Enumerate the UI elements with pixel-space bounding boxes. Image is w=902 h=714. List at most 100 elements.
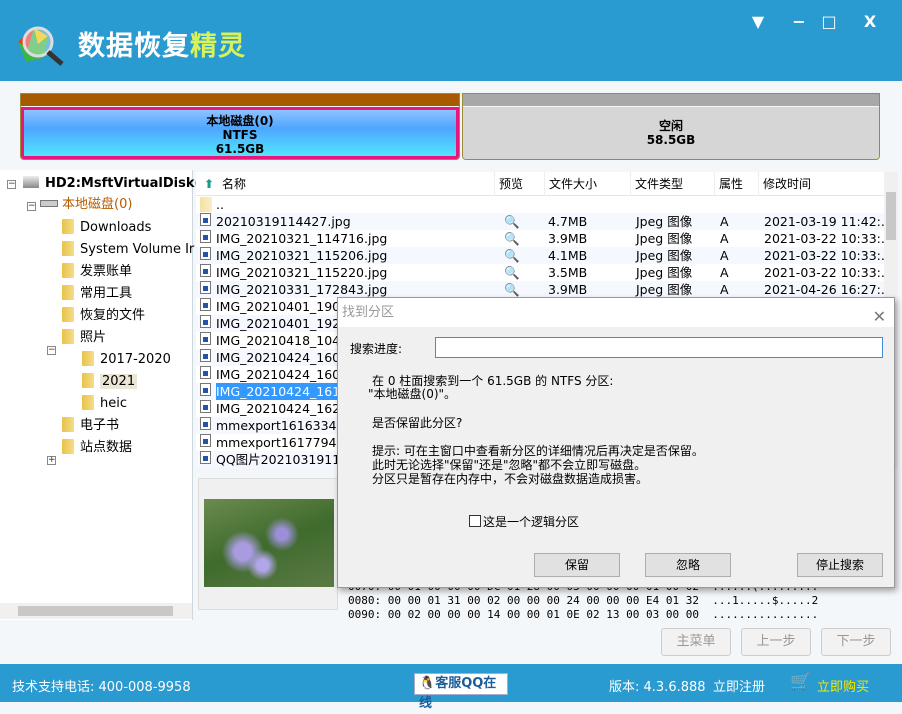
image-file-icon [200, 281, 211, 294]
file-name: mmexport161779438 [216, 435, 353, 450]
parent-folder-icon [200, 197, 212, 212]
tree-folder[interactable]: System Volume Ir [62, 240, 194, 260]
file-name: IMG_20210321_114716.jpg [216, 231, 388, 246]
file-attr: A [720, 265, 729, 280]
expand-icon[interactable]: + [47, 456, 56, 465]
hint-line-3: 分区只是暂存在内存中，不会对磁盘数据造成损害。 [372, 472, 649, 486]
folder-tree: − HD2:MsftVirtualDisk(1 − 本地磁盘(0) Downlo… [0, 170, 209, 620]
close-button[interactable]: X [857, 10, 883, 34]
collapse-icon[interactable]: − [27, 202, 36, 211]
tree-folder[interactable]: 发票账单 [62, 262, 132, 282]
file-row[interactable]: 20210319114427.jpg 🔍 4.7MB Jpeg 图像 A 2021-03-… [196, 213, 893, 230]
file-mtime: 2021-03-19 11:42:... [764, 214, 893, 229]
folder-icon [62, 263, 74, 278]
stop-search-button[interactable]: 停止搜索 [797, 553, 883, 577]
found-message: 在 0 柱面搜索到一个 61.5GB 的 NTFS 分区: [372, 374, 614, 388]
file-name: IMG_20210424_1609 [216, 350, 349, 365]
file-name: IMG_20210424_1609 [216, 367, 349, 382]
file-name: IMG_20210321_115206.jpg [216, 248, 388, 263]
preview-icon[interactable]: 🔍 [504, 264, 520, 281]
ignore-button[interactable]: 忽略 [645, 553, 731, 577]
tree-folder[interactable]: 站点数据 [62, 438, 132, 458]
partition-name-message: "本地磁盘(0)"。 [368, 387, 457, 401]
minimize-button[interactable]: − [786, 10, 812, 34]
file-name: IMG_20210401_1927 [216, 316, 349, 331]
image-file-icon [200, 315, 211, 328]
preview-icon[interactable]: 🔍 [504, 247, 520, 264]
preview-icon[interactable]: 🔍 [504, 230, 520, 247]
file-row[interactable]: IMG_20210331_172843.jpg 🔍 3.9MB Jpeg 图像 A 202… [196, 281, 893, 298]
folder-label: 站点数据 [80, 440, 133, 455]
tree-folder[interactable]: 2017-2020 [82, 350, 171, 370]
preview-icon[interactable]: 🔍 [504, 213, 520, 230]
file-name: IMG_20210401_1904 [216, 299, 349, 314]
main-menu-button[interactable]: 主菜单 [661, 628, 731, 656]
image-file-icon [200, 434, 211, 447]
file-row[interactable]: IMG_20210321_115220.jpg 🔍 3.5MB Jpeg 图像 A 202… [196, 264, 893, 281]
image-file-icon [200, 366, 211, 379]
file-attr: A [720, 282, 729, 297]
column-preview[interactable]: 预览 [494, 172, 523, 196]
title-bar: 数据恢复精灵 ▼ − □ X [0, 0, 902, 81]
column-type[interactable]: 文件类型 [630, 172, 683, 196]
tree-folder[interactable]: heic [82, 394, 127, 414]
maximize-button[interactable]: □ [816, 10, 842, 34]
qq-penguin-icon: 🐧 [419, 676, 436, 691]
file-mtime: 2021-04-26 16:27:... [764, 282, 893, 297]
folder-label: System Volume Ir [80, 242, 195, 257]
partition-free-space[interactable]: 空闲 58.5GB [462, 93, 880, 160]
tree-horizontal-scrollbar[interactable] [0, 603, 192, 619]
file-mtime: 2021-03-22 10:33:... [764, 265, 893, 280]
collapse-icon[interactable]: − [47, 346, 56, 355]
file-size: 4.1MB [548, 248, 588, 263]
file-row[interactable]: IMG_20210321_114716.jpg 🔍 3.9MB Jpeg 图像 A 202… [196, 230, 893, 247]
tree-folder[interactable]: 恢复的文件 [62, 306, 145, 326]
tree-disk[interactable]: HD2:MsftVirtualDisk(1 [23, 174, 209, 194]
folder-icon [62, 329, 74, 344]
file-name: IMG_20210321_115220.jpg [216, 265, 388, 280]
file-type: Jpeg 图像 [636, 248, 693, 263]
prev-step-button[interactable]: 上一步 [741, 628, 811, 656]
file-row[interactable]: IMG_20210321_115206.jpg 🔍 4.1MB Jpeg 图像 A 202… [196, 247, 893, 264]
column-mtime[interactable]: 修改时间 [758, 172, 811, 196]
menu-dropdown-button[interactable]: ▼ [745, 10, 771, 34]
tree-folder[interactable]: 电子书 [62, 416, 119, 436]
tree-folder[interactable]: 2021 [82, 372, 138, 392]
register-link[interactable]: 立即注册 [713, 676, 765, 695]
partition-name: 空闲 [658, 119, 683, 133]
up-arrow-icon[interactable]: ⬆ [200, 172, 214, 196]
tree-partition[interactable]: 本地磁盘(0) [40, 195, 132, 215]
hint-line-2: 此时无论选择"保留"还是"忽略"都不会立即写磁盘。 [372, 458, 647, 472]
qq-support-button[interactable]: 🐧客服QQ在线 [414, 673, 508, 711]
image-file-icon [200, 451, 211, 464]
version-label: 版本: 4.3.6.888 [609, 680, 706, 695]
next-step-button[interactable]: 下一步 [821, 628, 891, 656]
folder-icon [82, 373, 94, 388]
buy-now-link[interactable]: 立即购买 [817, 676, 869, 695]
column-size[interactable]: 文件大小 [544, 172, 597, 196]
folder-icon [62, 219, 74, 234]
search-progress-bar [435, 337, 883, 358]
tree-folder[interactable]: 常用工具 [62, 284, 132, 304]
tree-folder[interactable]: Downloads [62, 218, 151, 238]
cart-icon[interactable]: 🛒 [790, 672, 811, 692]
image-file-icon [200, 264, 211, 277]
magnifier-logo-icon [18, 26, 64, 66]
logical-partition-checkbox[interactable] [469, 515, 481, 527]
flower-photo-thumbnail [204, 499, 334, 587]
file-list-header: ⬆ 名称 预览 文件大小 文件类型 属性 修改时间 [196, 172, 886, 196]
partition-local-disk[interactable]: 本地磁盘(0) NTFS 61.5GB [20, 93, 460, 160]
preview-icon[interactable]: 🔍 [504, 281, 520, 298]
drive-icon [40, 200, 58, 207]
column-attr[interactable]: 属性 [714, 172, 743, 196]
column-name[interactable]: 名称 [218, 172, 246, 196]
file-size: 4.7MB [548, 214, 588, 229]
keep-button[interactable]: 保留 [534, 553, 620, 577]
file-row[interactable]: .. [196, 196, 886, 213]
image-file-icon [200, 383, 211, 396]
tree-folder[interactable]: 照片 [62, 328, 106, 348]
collapse-icon[interactable]: − [7, 180, 16, 189]
file-name: mmexport161633490 [216, 418, 353, 433]
close-icon[interactable]: ✕ [873, 302, 886, 331]
checkbox-label[interactable]: 这是一个逻辑分区 [483, 515, 579, 529]
